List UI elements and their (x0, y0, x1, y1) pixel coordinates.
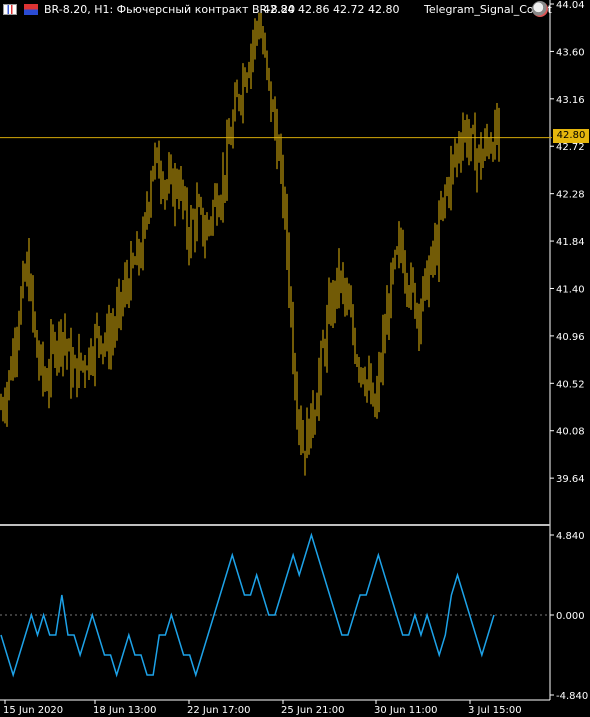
indicator-tick-label: -4.840 (556, 691, 588, 702)
time-tick-label: 30 Jun 11:00 (374, 705, 438, 716)
price-tick-label: 42.72 (556, 142, 585, 153)
price-tick-label: 40.52 (556, 379, 585, 390)
price-tick-label: 42.28 (556, 190, 585, 201)
price-tick-label: 41.84 (556, 237, 585, 248)
price-tick-label: 41.40 (556, 284, 585, 295)
time-tick-label: 15 Jun 2020 (3, 705, 63, 716)
time-tick-label: 25 Jun 21:00 (281, 705, 345, 716)
ohlc-values: 42.84 42.86 42.72 42.80 (263, 3, 400, 16)
robot-icon[interactable] (532, 1, 548, 17)
indicator-tick-label: 4.840 (556, 531, 585, 542)
price-tick-label: 44.04 (556, 0, 585, 11)
price-tick-label: 43.16 (556, 95, 585, 106)
price-tick-label: 39.64 (556, 474, 585, 485)
time-tick-label: 22 Jun 17:00 (187, 705, 251, 716)
indicator-tick-label: 0.000 (556, 611, 585, 622)
symbol-title: BR-8.20, H1: Фьючерсный контракт BR-8.20 (44, 3, 296, 16)
current-price-label: 42.80 (553, 129, 589, 143)
chart-area: 44.04 43.60 43.16 42.72 42.28 41.84 41.40 40.96… (0, 0, 588, 716)
indicator-series-line (0, 532, 495, 678)
time-tick-label: 18 Jun 13:00 (93, 705, 157, 716)
time-tick-label: 3 Jul 15:00 (468, 705, 522, 716)
flag-icon (24, 4, 38, 15)
window-icon[interactable] (3, 4, 17, 15)
price-tick-label: 40.08 (556, 427, 585, 438)
price-tick-label: 40.96 (556, 332, 585, 343)
price-tick-label: 43.60 (556, 47, 585, 58)
